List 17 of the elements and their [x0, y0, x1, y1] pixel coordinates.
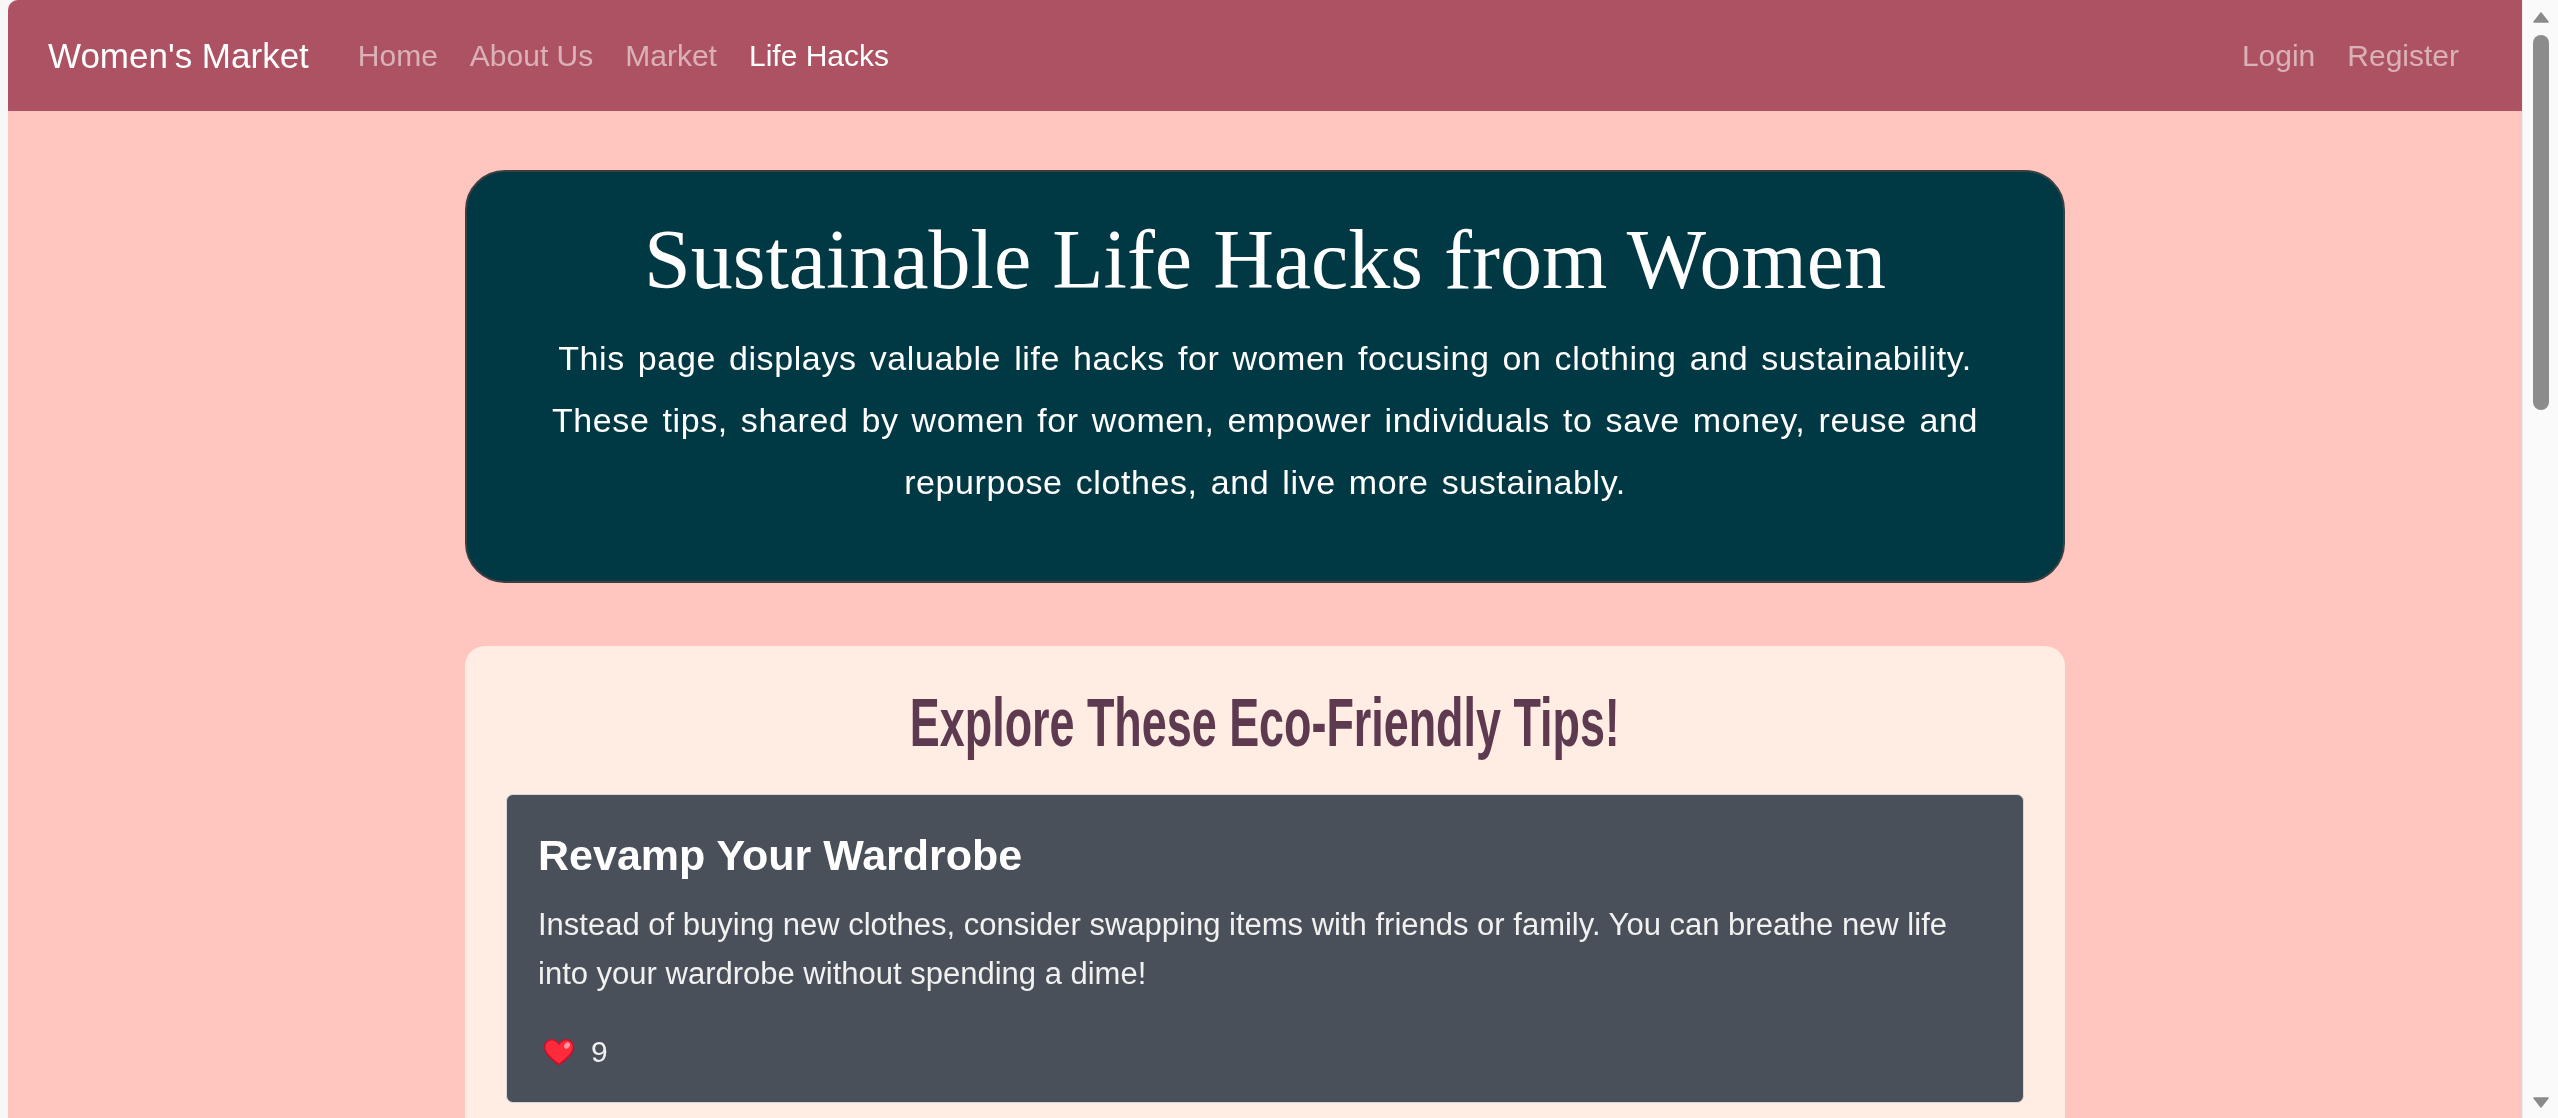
- section-heading: Explore These Eco-Friendly Tips!: [910, 685, 1620, 759]
- brand-link[interactable]: Women's Market: [48, 35, 309, 76]
- tip-title: Revamp Your Wardrobe: [538, 830, 1024, 881]
- account-link[interactable]: Register: [2331, 30, 2475, 81]
- hero-title: Sustainable Life Hacks from Women: [642, 212, 1887, 308]
- account-link[interactable]: Login: [2225, 30, 2332, 81]
- nav-link[interactable]: Home: [341, 30, 454, 81]
- hero-text: This page displays valuable life hacks for women focusing on clothing and sustainability. These tips, shared by women for women, empower individuals to save money, reuse and repurpose clothes, and live more sustainably.: [550, 338, 1980, 503]
- like-count: 9: [591, 1035, 608, 1069]
- tip-text: Instead of buying new clothes, consider swapping items with friends or family. You can breathe new life into your wardrobe without spending a dime!: [538, 906, 1948, 993]
- heart-icon: [543, 1037, 575, 1067]
- scroll-down-icon[interactable]: [2532, 1097, 2549, 1108]
- nav-link[interactable]: About Us: [453, 30, 610, 81]
- nav-link[interactable]: Market: [609, 30, 733, 81]
- nav-link[interactable]: Life Hacks: [732, 30, 905, 81]
- scrollbar-thumb[interactable]: [2532, 35, 2549, 410]
- scroll-up-icon[interactable]: [2532, 12, 2549, 23]
